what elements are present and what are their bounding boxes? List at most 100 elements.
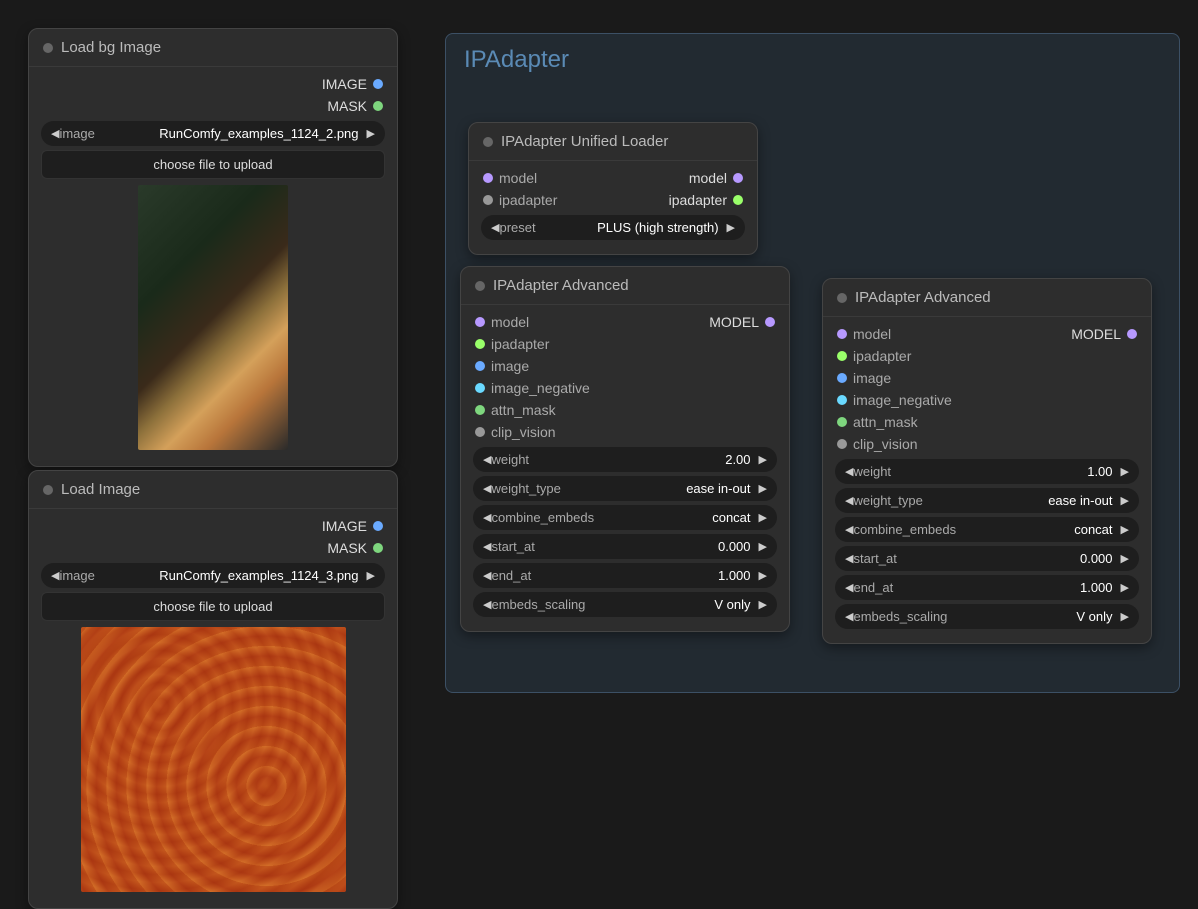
mask-output-port[interactable]	[373, 543, 383, 553]
node-title: Load bg Image	[61, 39, 161, 56]
ipadapter-input-port[interactable]	[475, 339, 485, 349]
image-input-port[interactable]	[837, 373, 847, 383]
model-output-port[interactable]	[765, 317, 775, 327]
output-image-label: IMAGE	[322, 76, 367, 92]
chevron-right-icon[interactable]: ▶	[759, 598, 767, 611]
chevron-right-icon[interactable]: ▶	[1121, 610, 1129, 623]
widget-label: start_at	[491, 539, 534, 554]
model-output-port[interactable]	[733, 173, 743, 183]
output-model-label: MODEL	[1071, 326, 1121, 342]
node-header[interactable]: IPAdapter Advanced	[461, 267, 789, 305]
model-input-port[interactable]	[483, 173, 493, 183]
embeds-scaling-widget[interactable]: ◀embeds_scalingV only▶	[473, 592, 777, 617]
image-file-selector[interactable]: ◀ image RunComfy_examples_1124_2.png ▶	[41, 121, 385, 146]
ipadapter-advanced-node-1[interactable]: IPAdapter Advanced model MODEL ipadapter…	[460, 266, 790, 632]
chevron-right-icon[interactable]: ▶	[759, 569, 767, 582]
collapse-toggle-icon[interactable]	[483, 137, 493, 147]
ipadapter-input-port[interactable]	[837, 351, 847, 361]
chevron-right-icon[interactable]: ▶	[367, 127, 375, 140]
widget-value: ease in-out	[686, 481, 750, 496]
load-bg-image-node[interactable]: Load bg Image IMAGE MASK ◀ image RunComf…	[28, 28, 398, 467]
image-negative-input-port[interactable]	[837, 395, 847, 405]
chevron-right-icon[interactable]: ▶	[759, 511, 767, 524]
chevron-right-icon[interactable]: ▶	[759, 540, 767, 553]
widget-value: concat	[712, 510, 750, 525]
image-preview	[81, 627, 346, 892]
clip-vision-input-port[interactable]	[837, 439, 847, 449]
chevron-left-icon[interactable]: ◀	[51, 127, 59, 140]
image-input-port[interactable]	[475, 361, 485, 371]
node-editor-canvas[interactable]: IPAdapter Load bg Image IMAGE MASK ◀ ima…	[0, 0, 1198, 908]
combine-embeds-widget[interactable]: ◀combine_embedsconcat▶	[473, 505, 777, 530]
node-header[interactable]: IPAdapter Advanced	[823, 279, 1151, 317]
ipadapter-unified-loader-node[interactable]: IPAdapter Unified Loader model model ipa…	[468, 122, 758, 255]
input-label: image_negative	[491, 380, 590, 396]
chevron-left-icon[interactable]: ◀	[845, 581, 853, 594]
attn-mask-input-port[interactable]	[837, 417, 847, 427]
end-at-widget[interactable]: ◀end_at1.000▶	[473, 563, 777, 588]
widget-label: embeds_scaling	[853, 609, 947, 624]
chevron-right-icon[interactable]: ▶	[1121, 552, 1129, 565]
chevron-left-icon[interactable]: ◀	[483, 511, 491, 524]
weight-widget[interactable]: ◀weight1.00▶	[835, 459, 1139, 484]
start-at-widget[interactable]: ◀start_at0.000▶	[473, 534, 777, 559]
chevron-right-icon[interactable]: ▶	[1121, 465, 1129, 478]
chevron-right-icon[interactable]: ▶	[1121, 494, 1129, 507]
widget-label: weight_type	[853, 493, 922, 508]
image-output-port[interactable]	[373, 79, 383, 89]
model-input-port[interactable]	[475, 317, 485, 327]
upload-button[interactable]: choose file to upload	[41, 592, 385, 621]
collapse-toggle-icon[interactable]	[475, 281, 485, 291]
end-at-widget[interactable]: ◀end_at1.000▶	[835, 575, 1139, 600]
model-input-port[interactable]	[837, 329, 847, 339]
weight-type-widget[interactable]: ◀weight_typeease in-out▶	[835, 488, 1139, 513]
widget-label: end_at	[853, 580, 893, 595]
widget-value: V only	[1076, 609, 1112, 624]
image-preview	[138, 185, 288, 450]
node-header[interactable]: IPAdapter Unified Loader	[469, 123, 757, 161]
embeds-scaling-widget[interactable]: ◀embeds_scaling V only ▶	[835, 604, 1139, 629]
widget-value: concat	[1074, 522, 1112, 537]
upload-button[interactable]: choose file to upload	[41, 150, 385, 179]
mask-output-port[interactable]	[373, 101, 383, 111]
attn-mask-input-port[interactable]	[475, 405, 485, 415]
image-negative-input-port[interactable]	[475, 383, 485, 393]
input-label: attn_mask	[853, 414, 918, 430]
weight-widget[interactable]: ◀weight2.00▶	[473, 447, 777, 472]
ipadapter-output-port[interactable]	[733, 195, 743, 205]
chevron-left-icon[interactable]: ◀	[483, 540, 491, 553]
collapse-toggle-icon[interactable]	[43, 43, 53, 53]
chevron-left-icon[interactable]: ◀	[845, 552, 853, 565]
input-ipadapter-label: ipadapter	[499, 192, 557, 208]
input-label: clip_vision	[491, 424, 556, 440]
chevron-left-icon[interactable]: ◀	[483, 598, 491, 611]
ipadapter-input-port[interactable]	[483, 195, 493, 205]
model-output-port[interactable]	[1127, 329, 1137, 339]
load-image-node[interactable]: Load Image IMAGE MASK ◀ image RunComfy_e…	[28, 470, 398, 909]
weight-type-widget[interactable]: ◀weight_typeease in-out▶	[473, 476, 777, 501]
ipadapter-advanced-node-2[interactable]: IPAdapter Advanced model MODEL ipadapter…	[822, 278, 1152, 644]
node-header[interactable]: Load bg Image	[29, 29, 397, 67]
chevron-left-icon[interactable]: ◀	[845, 523, 853, 536]
chevron-left-icon[interactable]: ◀	[51, 569, 59, 582]
chevron-right-icon[interactable]: ▶	[1121, 523, 1129, 536]
chevron-right-icon[interactable]: ▶	[759, 453, 767, 466]
collapse-toggle-icon[interactable]	[837, 293, 847, 303]
node-header[interactable]: Load Image	[29, 471, 397, 509]
chevron-left-icon[interactable]: ◀	[483, 569, 491, 582]
image-output-port[interactable]	[373, 521, 383, 531]
start-at-widget[interactable]: ◀start_at0.000▶	[835, 546, 1139, 571]
clip-vision-input-port[interactable]	[475, 427, 485, 437]
preset-selector[interactable]: ◀ preset PLUS (high strength) ▶	[481, 215, 745, 240]
collapse-toggle-icon[interactable]	[43, 485, 53, 495]
chevron-right-icon[interactable]: ▶	[727, 221, 735, 234]
chevron-right-icon[interactable]: ▶	[1121, 581, 1129, 594]
input-model-label: model	[499, 170, 537, 186]
image-file-selector[interactable]: ◀ image RunComfy_examples_1124_3.png ▶	[41, 563, 385, 588]
combine-embeds-widget[interactable]: ◀combine_embedsconcat▶	[835, 517, 1139, 542]
widget-value: 0.000	[1080, 551, 1113, 566]
chevron-right-icon[interactable]: ▶	[367, 569, 375, 582]
chevron-left-icon[interactable]: ◀	[845, 610, 853, 623]
chevron-left-icon[interactable]: ◀	[491, 221, 499, 234]
chevron-right-icon[interactable]: ▶	[759, 482, 767, 495]
